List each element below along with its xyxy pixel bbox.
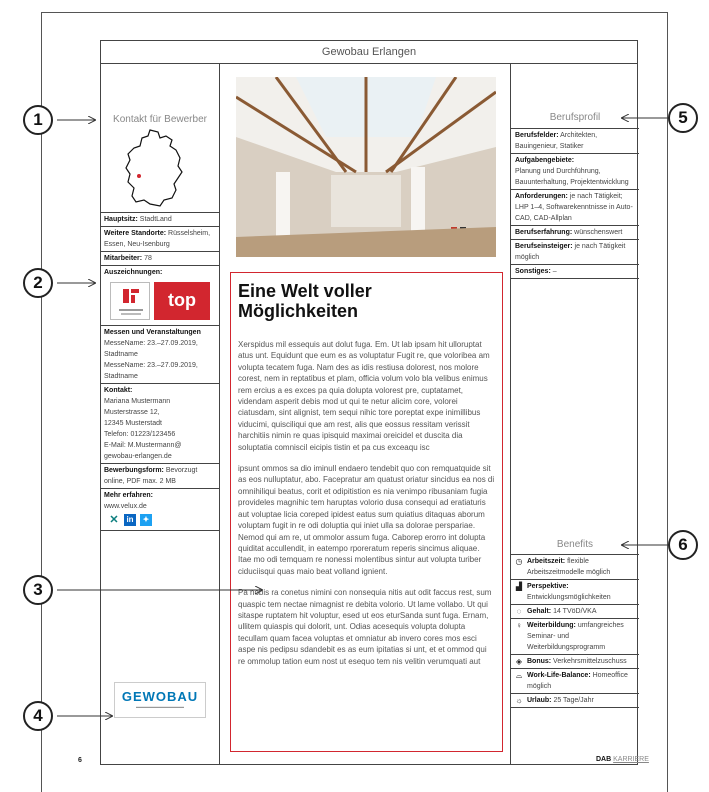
benefit-weiterbildung: ♀ Weiterbildung: umfangreiches Seminar- u…	[511, 619, 639, 655]
lightbulb-icon: ♀	[516, 621, 522, 630]
benefit-perspektive: ▟ Perspektive: Entwicklungsmöglichkeiten	[511, 580, 639, 605]
company-logo: GEWOBAU ▬▬▬▬▬▬▬▬▬▬▬▬	[114, 682, 206, 718]
xing-icon[interactable]: ✕	[108, 514, 120, 526]
diamond-icon: ◈	[515, 657, 523, 666]
benefit-urlaub: ☼ Urlaub: 25 Tage/Jahr	[511, 694, 639, 708]
berufsprofil-title: Berufsprofil	[549, 112, 601, 123]
award-badge-familie	[110, 282, 150, 320]
location-marker-icon	[137, 174, 141, 178]
benefit-work-life-balance: ⌓ Work-Life-Balance: Homeoffice möglich	[511, 669, 639, 694]
article-box: Eine Welt voller Möglichkeiten Xerspidus…	[230, 272, 503, 752]
callout-1: 1	[23, 105, 53, 135]
kontakt-row: Kontakt: Mariana Mustermann Musterstrass…	[100, 384, 220, 464]
mitarbeiter-row: Mitarbeiter: 78	[100, 252, 220, 266]
email-link[interactable]: E-Mail: M.Mustermann@	[104, 442, 182, 449]
company-header: Gewobau Erlangen	[100, 40, 638, 64]
mehr-erfahren-row: Mehr erfahren: www.velux.de ✕ in ✦	[100, 489, 220, 531]
berufsprofil-table: Berufsfelder: Architekten, Bauingenieur,…	[511, 128, 639, 279]
money-bag-icon: ◌	[516, 607, 522, 616]
twitter-icon[interactable]: ✦	[140, 514, 152, 526]
growth-chart-icon: ▟	[515, 582, 523, 591]
berufseinsteiger-row: Berufseinsteiger: je nach Tätigkeit mögl…	[511, 240, 639, 265]
bewerbungsform-row: Bewerbungsform: Bevorzugt online, PDF ma…	[100, 464, 220, 489]
contact-title: Kontakt für Bewerber	[113, 114, 207, 125]
benefit-arbeitszeit: ◷ Arbeitszeit: flexible Arbeitszeitmodell…	[511, 555, 639, 580]
benefits-table: ◷ Arbeitszeit: flexible Arbeitszeitmodell…	[511, 554, 639, 708]
aufgabengebiete-row: Aufgabengebiete: Planung und Durchführung…	[511, 154, 639, 190]
hauptsitz-row: Hauptsitz: StadtLand	[100, 213, 220, 227]
sun-icon: ☼	[515, 696, 523, 705]
berufsfelder-row: Berufsfelder: Architekten, Bauingenieur,…	[511, 129, 639, 154]
berufserfahrung-row: Berufserfahrung: wünschenswert	[511, 226, 639, 240]
benefits-title: Benefits	[556, 539, 594, 550]
page-number: 6	[78, 757, 82, 764]
callout-5: 5	[668, 103, 698, 133]
profile-column: Berufsprofil Berufsfelder: Architekten, …	[510, 64, 639, 765]
callout-4: 4	[23, 701, 53, 731]
auszeichnungen-row: Auszeichnungen: top	[100, 266, 220, 326]
linkedin-icon[interactable]: in	[124, 514, 136, 526]
anforderungen-row: Anforderungen: je nach Tätigkeit; LHP 1–…	[511, 190, 639, 226]
headset-icon: ⌓	[515, 671, 523, 680]
award-badge-top: top	[154, 282, 210, 320]
clock-icon: ◷	[515, 557, 523, 566]
article-paragraph-3: Pa nobis ra conetus nimini con nonsequia…	[238, 588, 492, 666]
callout-2: 2	[23, 268, 53, 298]
benefit-bonus: ◈ Bonus: Verkehrsmittelzuschuss	[511, 655, 639, 669]
contact-column: Kontakt für Bewerber Hauptsitz: StadtLan…	[100, 64, 220, 765]
benefit-gehalt: ◌ Gehalt: 14 TVöD/VKA	[511, 605, 639, 619]
callout-3: 3	[23, 575, 53, 605]
article-paragraph-2: ipsunt ommos sa dio iminull endaero tend…	[238, 464, 495, 576]
contact-info-table: Hauptsitz: StadtLand Weitere Standorte: …	[100, 212, 220, 531]
interior-photo	[236, 77, 496, 257]
article-paragraph-1: Xerspidus mil essequis aut dolut fuga. E…	[238, 340, 490, 452]
logo-tagline-graphic: ▬▬▬▬▬▬▬▬▬▬▬▬	[136, 704, 184, 709]
footer-brand: DAB KARRIERE	[596, 756, 649, 763]
article-title: Eine Welt voller Möglichkeiten	[238, 281, 372, 321]
sonstiges-row: Sonstiges: –	[511, 265, 639, 279]
website-link[interactable]: www.velux.de	[104, 503, 147, 510]
messen-row: Messen und Veranstaltungen MesseName: 23…	[100, 326, 220, 384]
callout-6: 6	[668, 530, 698, 560]
germany-map	[125, 129, 183, 207]
standorte-row: Weitere Standorte: Rüsselsheim, Essen, N…	[100, 227, 220, 252]
